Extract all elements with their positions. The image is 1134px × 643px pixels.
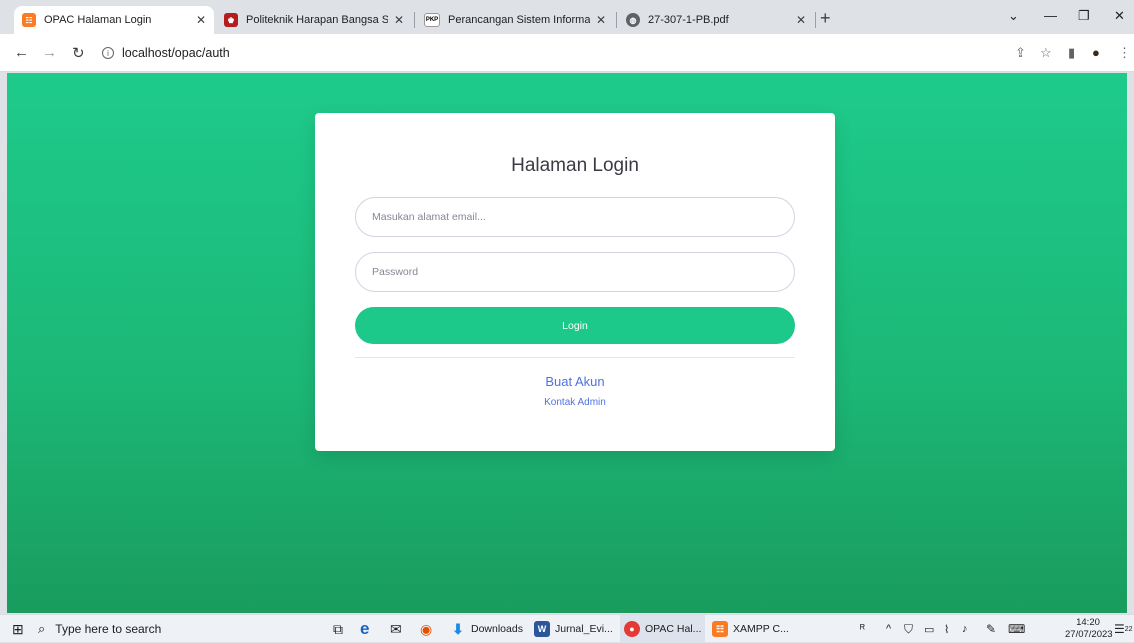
windows-taskbar: ⊞ ⌕ Type here to search ⧉ e ✉ ◉ ⬇ Downlo… — [0, 614, 1134, 643]
divider — [355, 357, 795, 358]
close-icon[interactable]: ✕ — [596, 13, 606, 27]
tab-strip: ☷ OPAC Halaman Login ✕ ♚ Politeknik Hara… — [0, 0, 1134, 34]
battery-icon[interactable]: ▭ — [924, 615, 934, 643]
browser-toolbar: ← → ↻ i localhost/opac/auth ⇪ ☆ ▮ ● ⋮ — [0, 34, 1134, 72]
forward-icon[interactable]: → — [42, 44, 57, 61]
tab-pdf[interactable]: ◍ 27-307-1-PB.pdf ✕ — [618, 6, 814, 34]
address-text: localhost/opac/auth — [122, 46, 230, 60]
password-field[interactable]: Password — [355, 252, 795, 292]
wifi-icon[interactable]: ⌇ — [944, 615, 949, 643]
keyboard-icon[interactable]: ⌨ — [1008, 615, 1025, 643]
browser-window: ☷ OPAC Halaman Login ✕ ♚ Politeknik Hara… — [0, 0, 1134, 643]
search-icon: ⌕ — [38, 621, 46, 636]
volume-icon[interactable]: ♪ — [962, 615, 968, 643]
profile-avatar-icon[interactable]: ● — [1092, 45, 1100, 60]
minimize-icon[interactable]: — — [1044, 8, 1057, 23]
taskbar-xampp[interactable]: ☷ XAMPP C... — [712, 615, 789, 643]
tab-perancangan[interactable]: PKP Perancangan Sistem Informasi Pe ✕ — [416, 6, 614, 34]
login-card: Halaman Login Masukan alamat email... Pa… — [315, 113, 835, 451]
tab-opac-login[interactable]: ☷ OPAC Halaman Login ✕ — [14, 6, 214, 34]
taskbar-chrome[interactable]: ● OPAC Hal... — [620, 615, 706, 643]
close-icon[interactable]: ✕ — [196, 13, 206, 27]
notification-icon[interactable]: ☰ 22 — [1114, 615, 1133, 643]
contact-admin-link[interactable]: Kontak Admin — [315, 397, 835, 408]
globe-icon: ◍ — [626, 13, 640, 27]
info-icon[interactable]: i — [102, 47, 114, 59]
shield-icon[interactable]: ⛉ — [904, 615, 913, 643]
chevron-up-icon[interactable]: ^ — [886, 615, 891, 643]
new-tab-icon[interactable]: + — [820, 8, 831, 29]
tab-separator — [414, 12, 415, 28]
people-icon[interactable]: ᴿ — [860, 615, 865, 643]
tab-separator — [815, 12, 816, 28]
restore-icon[interactable]: ❐ — [1078, 8, 1090, 24]
pkp-icon: PKP — [424, 13, 440, 27]
firefox-icon[interactable]: ◉ — [420, 615, 432, 643]
side-panel-icon[interactable]: ▮ — [1068, 45, 1075, 61]
bookmark-star-icon[interactable]: ☆ — [1040, 45, 1052, 61]
register-link[interactable]: Buat Akun — [315, 374, 835, 389]
word-icon: W — [534, 621, 550, 637]
page-background: Halaman Login Masukan alamat email... Pa… — [7, 73, 1127, 613]
page-title: Halaman Login — [511, 155, 639, 176]
close-icon[interactable]: ✕ — [796, 13, 806, 27]
taskbar-clock[interactable]: 14:20 27/07/2023 — [1065, 617, 1113, 641]
share-icon[interactable]: ⇪ — [1015, 45, 1026, 61]
mail-icon[interactable]: ✉ — [390, 615, 402, 643]
pen-icon[interactable]: ✎ — [986, 615, 996, 643]
xampp-icon: ☷ — [22, 13, 36, 27]
back-icon[interactable]: ← — [14, 44, 29, 61]
taskbar-downloads[interactable]: ⬇ Downloads — [450, 615, 523, 643]
clock-date: 27/07/2023 — [1065, 629, 1113, 640]
tab-separator — [616, 12, 617, 28]
windows-start-icon[interactable]: ⊞ — [12, 615, 24, 643]
login-button[interactable]: Login — [355, 307, 795, 344]
tab-politeknik[interactable]: ♚ Politeknik Harapan Bangsa Surak ✕ — [216, 6, 412, 34]
address-bar[interactable]: i localhost/opac/auth — [98, 39, 978, 67]
menu-icon[interactable]: ⋮ — [1118, 45, 1131, 61]
download-folder-icon: ⬇ — [452, 620, 464, 637]
taskbar-word[interactable]: W Jurnal_Evi... — [534, 615, 613, 643]
clock-time: 14:20 — [1076, 617, 1100, 628]
email-placeholder: Masukan alamat email... — [372, 211, 486, 223]
reload-icon[interactable]: ↻ — [72, 44, 85, 62]
xampp-icon: ☷ — [712, 621, 728, 637]
tab-search-icon[interactable]: ⌄ — [1008, 8, 1019, 24]
chrome-icon: ● — [624, 621, 640, 637]
search-placeholder: Type here to search — [55, 622, 162, 636]
password-placeholder: Password — [372, 266, 419, 278]
email-field[interactable]: Masukan alamat email... — [355, 197, 795, 237]
college-icon: ♚ — [224, 13, 238, 27]
edge-icon[interactable]: e — [360, 615, 369, 643]
close-icon[interactable]: ✕ — [394, 13, 404, 27]
close-window-icon[interactable]: ✕ — [1114, 8, 1125, 24]
task-view-icon[interactable]: ⧉ — [333, 615, 343, 643]
taskbar-search[interactable]: ⌕ Type here to search — [38, 617, 310, 641]
